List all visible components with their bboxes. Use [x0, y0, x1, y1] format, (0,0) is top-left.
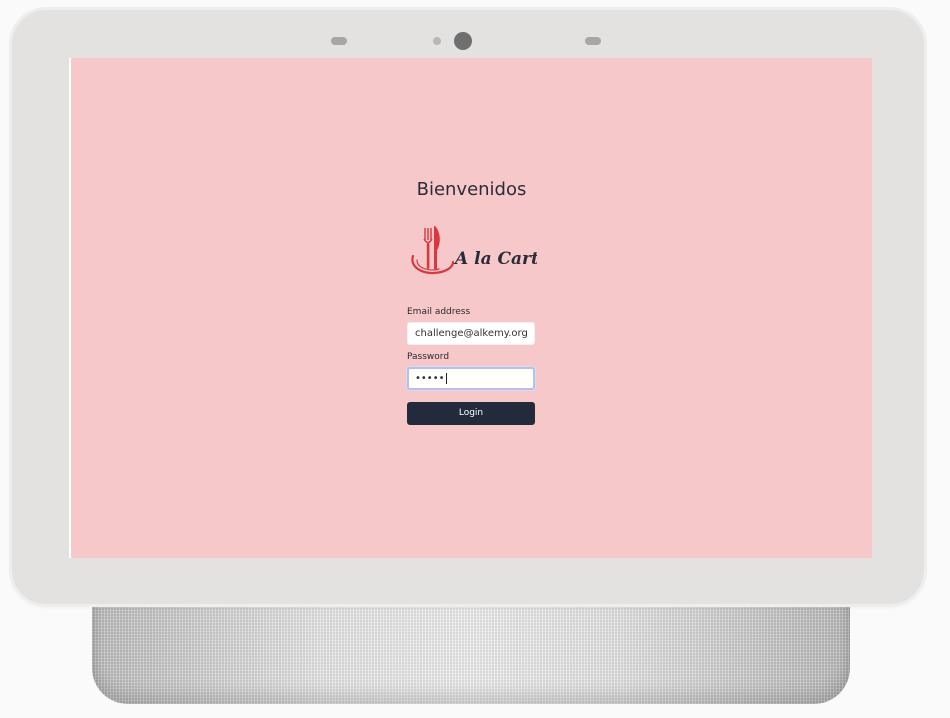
page-title: Bienvenidos [416, 179, 527, 200]
light-sensor-left [331, 37, 347, 45]
text-caret [445, 372, 447, 384]
logo-text: A la Carta [453, 249, 537, 269]
speaker-base [92, 592, 850, 704]
email-label: Email address [407, 307, 471, 317]
logo: A la Carta [411, 226, 537, 275]
email-field[interactable]: challenge@alkemy.org [407, 322, 535, 345]
device-frame: Bienvenidos A la Carta Email ad [12, 10, 924, 604]
login-button[interactable]: Login [407, 402, 535, 425]
password-field[interactable]: ••••• [407, 367, 535, 390]
login-form: Email address challenge@alkemy.org Passw… [407, 306, 535, 425]
password-label: Password [407, 352, 450, 362]
app-screen: Bienvenidos A la Carta Email ad [69, 58, 872, 558]
mic-indicator [433, 37, 441, 45]
camera-lens [454, 32, 472, 50]
light-sensor-right [585, 37, 601, 45]
device-mockup: Bienvenidos A la Carta Email ad [0, 0, 950, 718]
fork-knife-plate-icon: A la Carta [411, 226, 537, 275]
password-value: ••••• [415, 373, 445, 384]
